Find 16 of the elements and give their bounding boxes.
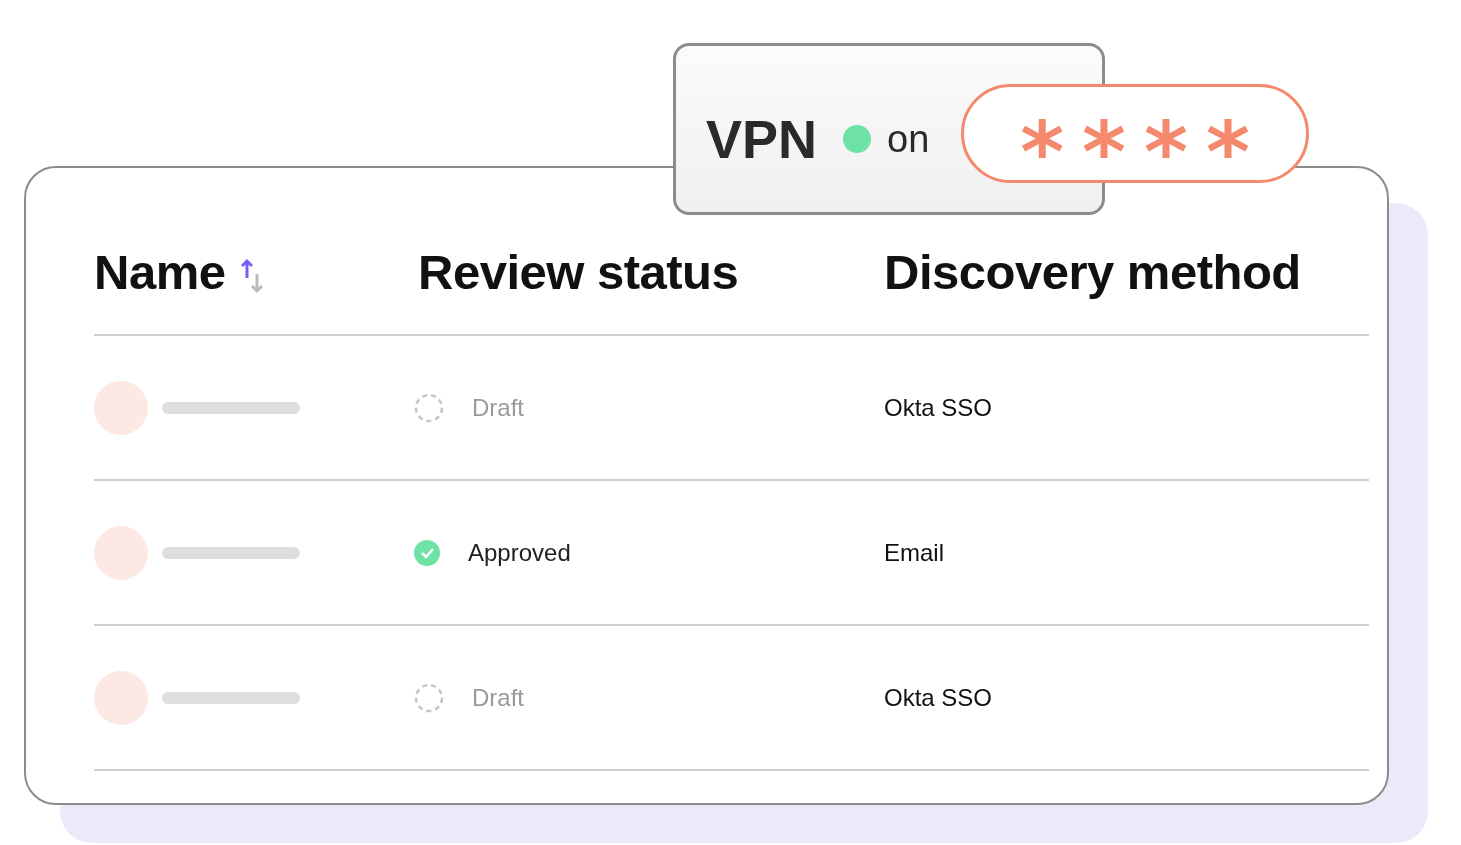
sort-icon[interactable]: [239, 258, 266, 294]
column-header: Discovery method: [884, 244, 1301, 300]
status-text: Draft: [472, 393, 524, 422]
vpn-title: VPN: [706, 108, 818, 170]
method-text: Okta SSO: [884, 683, 993, 712]
method-text: Email: [884, 538, 944, 567]
password-field[interactable]: ****: [961, 84, 1309, 183]
method-text: Okta SSO: [884, 393, 993, 422]
status-text: Approved: [468, 538, 571, 567]
status-text: on: [887, 117, 930, 161]
column-header: Review status: [418, 244, 739, 300]
column-header: Name: [94, 244, 226, 300]
avatar-placeholder: [94, 380, 148, 435]
avatar-placeholder: [94, 670, 148, 725]
status-text: Draft: [472, 683, 524, 712]
avatar-placeholder: [94, 525, 148, 580]
